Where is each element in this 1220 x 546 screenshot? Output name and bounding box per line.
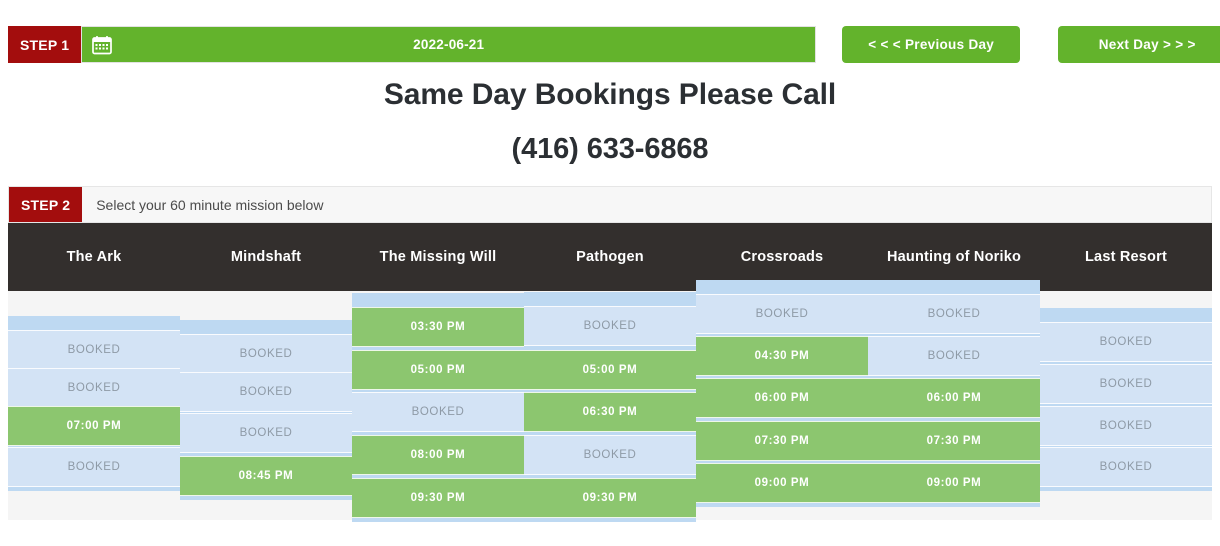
booking-grid: BOOKED BOOKED 07:00 PM BOOKED BOOKED BOOKED BO… — [8, 280, 1212, 522]
time-slot-available[interactable]: 09:30 PM — [524, 478, 696, 518]
time-slot-available[interactable]: 07:30 PM — [868, 421, 1040, 461]
room-column-the-ark: BOOKED BOOKED 07:00 PM BOOKED — [8, 291, 180, 520]
room-header-mindshaft: Mindshaft — [230, 249, 302, 265]
calendar-icon — [92, 35, 113, 54]
time-slot-booked: BOOKED — [8, 368, 180, 408]
time-slot-booked: BOOKED — [8, 330, 180, 370]
previous-day-button[interactable]: < < < Previous Day — [842, 26, 1021, 63]
time-slot-booked: BOOKED — [180, 334, 352, 374]
page-title: Same Day Bookings Please Call — [383, 78, 837, 111]
time-slot-available[interactable]: 05:00 PM — [352, 350, 524, 390]
time-slot-available[interactable]: 08:00 PM — [352, 435, 524, 475]
time-slot-available[interactable]: 06:00 PM — [696, 378, 868, 418]
room-header-last-resort: Last Resort — [1085, 249, 1167, 265]
room-column-mindshaft: BOOKED BOOKED BOOKED 08:45 PM — [180, 291, 352, 520]
room-column-haunting-of-noriko: BOOKED BOOKED 06:00 PM 07:30 PM 09:00 PM — [868, 280, 1040, 520]
time-slot-booked: BOOKED — [868, 336, 1040, 376]
time-slot-available[interactable]: 03:30 PM — [352, 307, 524, 347]
time-slot-booked: BOOKED — [524, 435, 696, 475]
time-slot-available[interactable]: 08:45 PM — [180, 456, 352, 496]
date-picker-bar[interactable]: 2022-06-21 — [81, 26, 817, 63]
phone-number: (416) 633-6868 — [511, 133, 709, 165]
time-slot-available[interactable]: 09:30 PM — [352, 478, 524, 518]
room-column-the-missing-will: 03:30 PM 05:00 PM BOOKED 08:00 PM 09:30 PM — [352, 291, 524, 522]
step1-tag: STEP 1 — [8, 26, 82, 63]
time-slot-booked: BOOKED — [180, 413, 352, 453]
room-header-the-ark: The Ark — [66, 249, 122, 265]
time-slot-available[interactable]: 05:00 PM — [524, 350, 696, 390]
booking-page: STEP 1 2022-06-21 < < < Previous Day Nex… — [0, 0, 1220, 546]
room-column-pathogen: BOOKED 05:00 PM 06:30 PM BOOKED 09:30 PM — [524, 291, 696, 522]
time-slot-booked: BOOKED — [1040, 322, 1212, 362]
time-slot-booked: BOOKED — [696, 294, 868, 334]
step1-bar: STEP 1 2022-06-21 < < < Previous Day Nex… — [8, 26, 1220, 63]
step2-tag: STEP 2 — [9, 187, 83, 222]
time-slot-booked: BOOKED — [1040, 406, 1212, 446]
room-column-last-resort: BOOKED BOOKED BOOKED BOOKED — [1040, 291, 1212, 520]
room-header-pathogen: Pathogen — [576, 249, 644, 265]
selected-date: 2022-06-21 — [413, 37, 485, 52]
time-slot-booked: BOOKED — [1040, 447, 1212, 487]
time-slot-available[interactable]: 06:00 PM — [868, 378, 1040, 418]
time-slot-available[interactable]: 06:30 PM — [524, 392, 696, 432]
time-slot-available[interactable]: 07:00 PM — [8, 406, 180, 446]
time-slot-booked: BOOKED — [1040, 364, 1212, 404]
room-column-crossroads: BOOKED 04:30 PM 06:00 PM 07:30 PM 09:00 PM — [696, 280, 868, 520]
step2-instruction: Select your 60 minute mission below — [96, 196, 324, 213]
time-slot-available[interactable]: 04:30 PM — [696, 336, 868, 376]
step2-bar: STEP 2 Select your 60 minute mission bel… — [8, 186, 1212, 223]
next-day-button[interactable]: Next Day > > > — [1058, 26, 1220, 63]
time-slot-booked: BOOKED — [180, 372, 352, 412]
time-slot-booked: BOOKED — [524, 306, 696, 346]
time-slot-available[interactable]: 09:00 PM — [696, 463, 868, 503]
time-slot-booked: BOOKED — [868, 294, 1040, 334]
time-slot-booked: BOOKED — [8, 447, 180, 487]
time-slot-available[interactable]: 07:30 PM — [696, 421, 868, 461]
time-slot-booked: BOOKED — [352, 392, 524, 432]
room-header-the-missing-will: The Missing Will — [379, 249, 497, 265]
time-slot-available[interactable]: 09:00 PM — [868, 463, 1040, 503]
